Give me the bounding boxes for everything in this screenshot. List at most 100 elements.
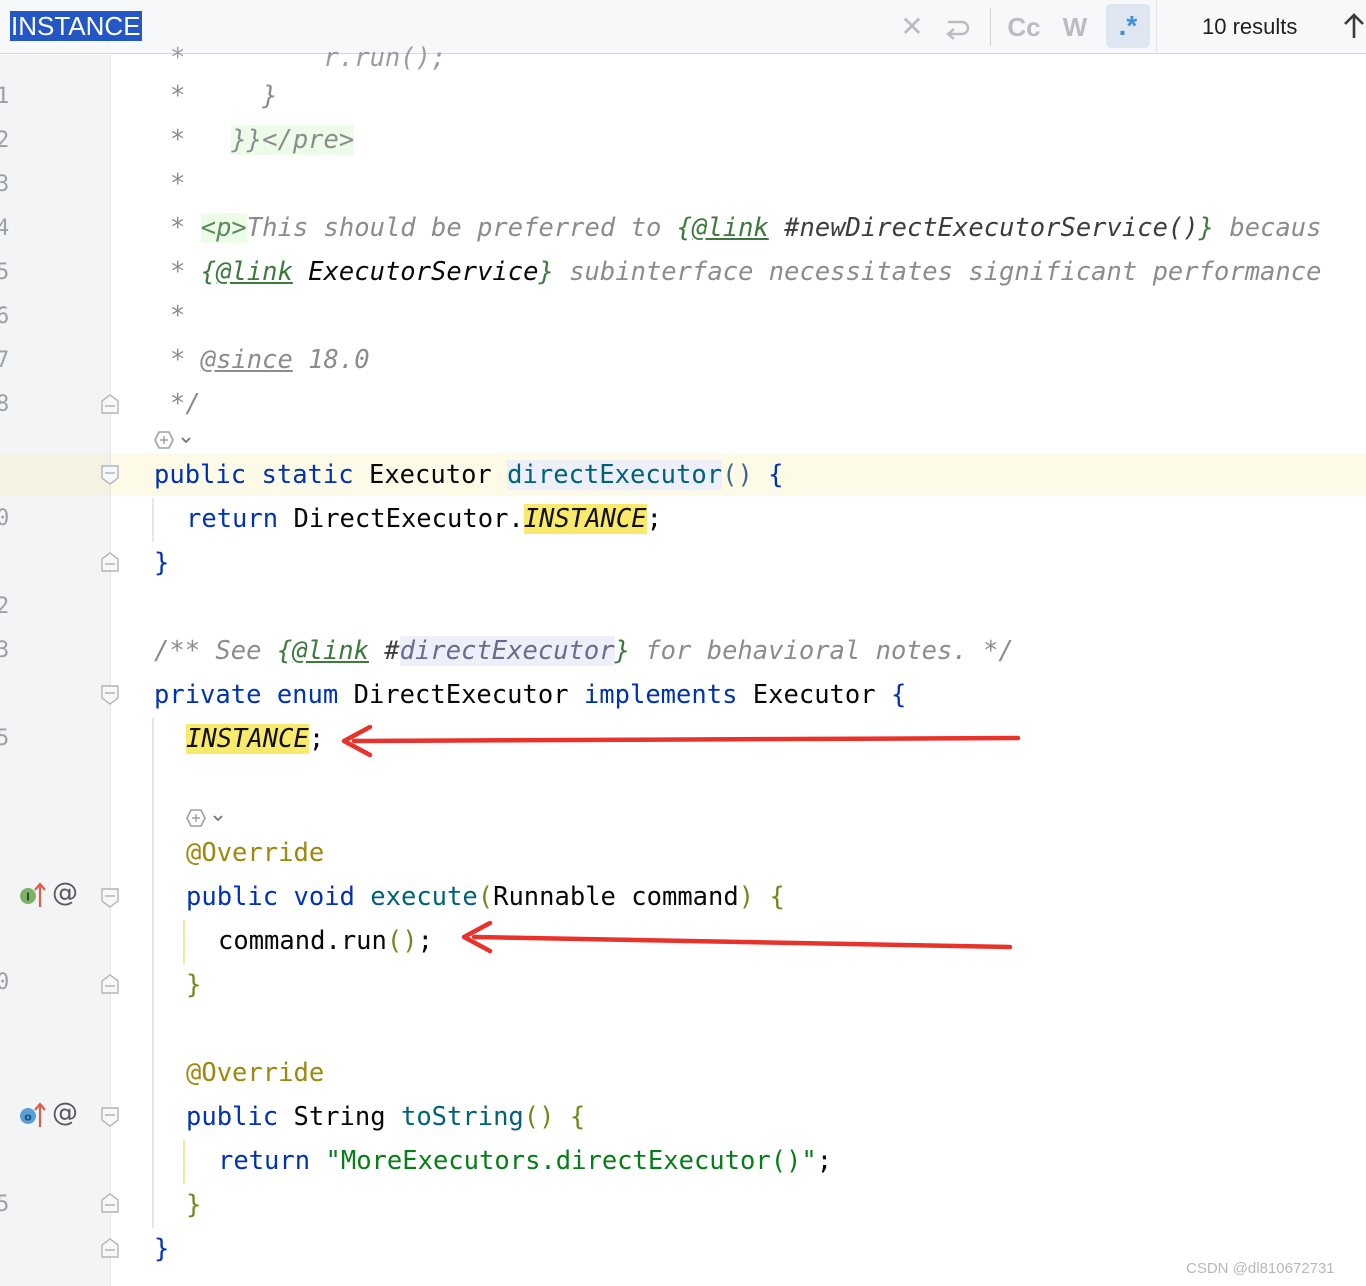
search-match[interactable]: INSTANCE: [186, 724, 309, 754]
code-line: *: [170, 169, 186, 199]
search-match[interactable]: INSTANCE: [523, 504, 647, 534]
link-brace: }: [538, 257, 554, 287]
brace: {: [768, 460, 784, 490]
brace: {: [769, 882, 785, 912]
annotation: @Override: [186, 1058, 325, 1088]
link-brace: }: [614, 636, 630, 666]
code-line: */: [170, 389, 201, 419]
paren: (: [477, 882, 494, 912]
previous-occurrence-icon[interactable]: [1342, 12, 1366, 40]
comment-text: becaus: [1214, 213, 1322, 243]
html-tag: }}</pre>: [231, 125, 355, 155]
link-brace: }: [1198, 213, 1215, 243]
link-brace: {: [200, 257, 217, 287]
code-line: public void execute(Runnable command) {: [186, 875, 785, 919]
search-input[interactable]: INSTANCE: [10, 11, 142, 41]
method-name[interactable]: toString: [401, 1102, 524, 1132]
comment-star: *: [170, 345, 186, 375]
type-name[interactable]: DirectExecutor: [354, 680, 569, 710]
link-brace: {: [276, 636, 293, 666]
javadoc-link-tag[interactable]: @link: [216, 257, 293, 287]
close-icon[interactable]: ✕: [898, 8, 926, 46]
comment-text: }: [262, 81, 278, 111]
code-line: command.run();: [218, 919, 433, 963]
whole-words-icon[interactable]: W: [1058, 8, 1092, 46]
comment-text: /** See: [154, 636, 277, 666]
javadoc-link-tag[interactable]: @link: [692, 213, 769, 243]
comment-star: *: [170, 81, 186, 111]
method-call[interactable]: command.run: [218, 926, 387, 956]
ai-inlay-icon[interactable]: [153, 428, 197, 452]
keyword: public: [186, 882, 279, 912]
method-name[interactable]: directExecutor: [507, 460, 723, 490]
keyword: return: [218, 1146, 311, 1176]
comment-star: *: [170, 213, 186, 243]
code-line: * {@link ExecutorService} subinterface n…: [170, 250, 1321, 294]
type-name[interactable]: DirectExecutor.: [293, 504, 523, 534]
code-line: }: [154, 548, 170, 578]
code-line: * }: [170, 74, 277, 118]
newline-icon[interactable]: [940, 8, 974, 46]
match-case-icon[interactable]: Cc: [1004, 8, 1044, 46]
brace: {: [569, 1102, 586, 1132]
comment-text: for behavioral notes. */: [629, 636, 1014, 666]
code-line: * }}</pre>: [170, 118, 355, 162]
parens: (): [722, 460, 753, 490]
code-line: public static Executor directExecutor() …: [154, 453, 784, 497]
link-reference[interactable]: ExecutorService: [293, 257, 538, 287]
code-line: }: [186, 1190, 202, 1220]
ai-inlay-icon[interactable]: [185, 806, 229, 830]
code-editor[interactable]: * r.run(); * } * }}</pre> * * <p>This sh…: [0, 43, 1366, 1286]
keyword: public: [154, 460, 247, 490]
comment-text: This should be preferred to: [246, 213, 677, 243]
keyword: void: [293, 882, 355, 912]
link-brace: {: [676, 213, 693, 243]
parens: (): [523, 1102, 555, 1132]
semicolon: ;: [417, 926, 433, 956]
paren: ): [738, 882, 755, 912]
code-line: public String toString() {: [186, 1095, 585, 1139]
code-line: INSTANCE;: [186, 717, 324, 761]
comment-star: *: [170, 125, 186, 155]
type-name[interactable]: Executor: [369, 460, 492, 490]
type-name[interactable]: Executor: [753, 680, 876, 710]
toolbar-separator: [990, 8, 991, 46]
code-line: * <p>This should be preferred to {@link …: [170, 206, 1321, 250]
type-name[interactable]: String: [293, 1102, 385, 1132]
brace: {: [890, 680, 907, 710]
code-line: }: [186, 970, 202, 1000]
watermark: CSDN @dl810672731: [1186, 1260, 1335, 1277]
javadoc-since-tag: @since: [200, 345, 293, 375]
comment-text: subinterface necessitates significant pe…: [553, 257, 1322, 287]
toolbar-separator: [1156, 0, 1157, 54]
semicolon: ;: [816, 1146, 833, 1176]
annotation: @Override: [186, 838, 325, 868]
keyword: static: [261, 460, 354, 490]
link-reference: #: [368, 636, 400, 666]
html-tag: <p>: [200, 213, 247, 243]
keyword: public: [186, 1102, 279, 1132]
code-line: return "MoreExecutors.directExecutor()";: [218, 1139, 832, 1183]
javadoc-link-tag[interactable]: @link: [292, 636, 369, 666]
regex-icon[interactable]: .*: [1106, 4, 1150, 48]
method-name[interactable]: execute: [370, 882, 477, 912]
keyword: enum: [276, 680, 339, 710]
comment-text: 18.0: [292, 345, 370, 375]
code-line: *: [170, 301, 186, 331]
comment-star: *: [170, 257, 186, 287]
keyword: return: [186, 504, 279, 534]
code-line: * @since 18.0: [170, 338, 370, 382]
results-count: 10 results: [1202, 14, 1298, 39]
link-reference[interactable]: #newDirectExecutorService(): [769, 213, 1199, 243]
code-line: private enum DirectExecutor implements E…: [154, 673, 906, 717]
keyword: implements: [583, 680, 738, 710]
semicolon: ;: [646, 504, 662, 534]
keyword: private: [154, 680, 262, 710]
semicolon: ;: [308, 724, 325, 754]
link-reference[interactable]: directExecutor: [399, 636, 615, 666]
code-line: /** See {@link #directExecutor} for beha…: [154, 629, 1014, 673]
code-line: return DirectExecutor.INSTANCE;: [186, 497, 662, 541]
code-line: }: [154, 1234, 170, 1264]
parens: (): [386, 926, 418, 956]
string-literal: "MoreExecutors.directExecutor()": [325, 1146, 817, 1176]
